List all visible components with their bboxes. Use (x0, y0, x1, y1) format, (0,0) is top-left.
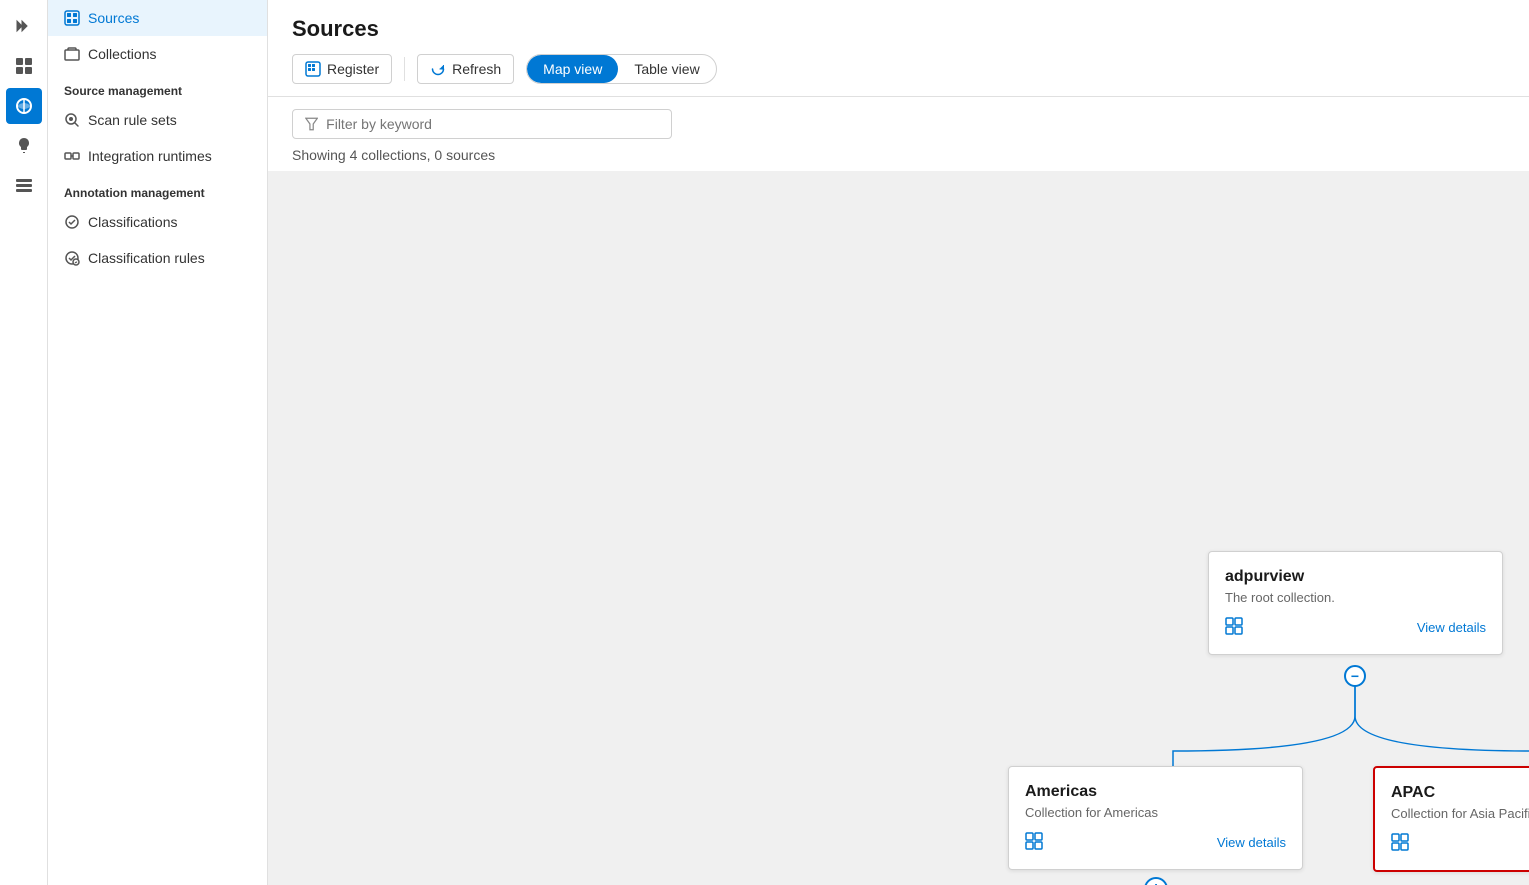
collections-label: Collections (88, 46, 156, 62)
sidebar-item-collections[interactable]: Collections (48, 36, 267, 72)
americas-grid-icon (1025, 832, 1043, 853)
filter-bar (268, 97, 1529, 147)
filter-wrapper[interactable] (292, 109, 672, 139)
root-collection-card: adpurview The root collection. View deta… (1208, 551, 1503, 655)
main-content: Sources Register Refresh Map view Table … (268, 0, 1529, 885)
americas-card-footer: View details (1025, 832, 1286, 853)
data-map-icon-btn[interactable] (6, 88, 42, 124)
root-view-details[interactable]: View details (1417, 620, 1486, 635)
filter-input[interactable] (326, 116, 659, 132)
annotation-management-header: Annotation management (48, 174, 267, 204)
management-icon-btn[interactable] (6, 168, 42, 204)
americas-collection-card: Americas Collection for Americas View de… (1008, 766, 1303, 870)
sidebar-item-classification-rules[interactable]: Classification rules (48, 240, 267, 276)
americas-expand-button[interactable]: + (1144, 877, 1168, 885)
apac-card-title: APAC (1391, 784, 1529, 802)
source-management-header: Source management (48, 72, 267, 102)
sources-label: Sources (88, 10, 139, 26)
register-label: Register (327, 61, 379, 77)
showing-text: Showing 4 collections, 0 sources (268, 147, 1529, 171)
table-view-button[interactable]: Table view (618, 55, 715, 83)
insights-icon-btn[interactable] (6, 128, 42, 164)
page-title: Sources (292, 16, 1505, 42)
sidebar-item-integration-runtimes[interactable]: Integration runtimes (48, 138, 267, 174)
refresh-label: Refresh (452, 61, 501, 77)
integration-runtimes-label: Integration runtimes (88, 148, 212, 164)
main-header: Sources Register Refresh Map view Table … (268, 0, 1529, 97)
catalog-icon-btn[interactable] (6, 48, 42, 84)
root-card-footer: View details (1225, 617, 1486, 638)
sidebar-item-scan-rule-sets[interactable]: Scan rule sets (48, 102, 267, 138)
collapse-button[interactable]: − (1344, 665, 1366, 687)
toolbar: Register Refresh Map view Table view (292, 54, 1505, 96)
root-card-desc: The root collection. (1225, 590, 1486, 605)
view-toggle: Map view Table view (526, 54, 717, 84)
sidebar-item-sources[interactable]: Sources (48, 0, 267, 36)
apac-grid-icon (1391, 833, 1409, 854)
refresh-button[interactable]: Refresh (417, 54, 514, 84)
map-view-button[interactable]: Map view (527, 55, 618, 83)
sidebar-item-classifications[interactable]: Classifications (48, 204, 267, 240)
expand-collapse-btn[interactable] (6, 8, 42, 44)
classifications-label: Classifications (88, 214, 177, 230)
apac-card-footer: View details (1391, 833, 1529, 854)
classification-rules-label: Classification rules (88, 250, 205, 266)
connector-lines (268, 171, 1529, 885)
americas-card-title: Americas (1025, 783, 1286, 801)
root-card-title: adpurview (1225, 568, 1486, 586)
register-button[interactable]: Register (292, 54, 392, 84)
apac-card-desc: Collection for Asia Pacific (1391, 806, 1529, 821)
sidebar: Sources Collections Source management Sc… (48, 0, 268, 885)
americas-card-desc: Collection for Americas (1025, 805, 1286, 820)
scan-rule-sets-label: Scan rule sets (88, 112, 177, 128)
map-area[interactable]: adpurview The root collection. View deta… (268, 171, 1529, 885)
apac-collection-card: APAC Collection for Asia Pacific View de… (1373, 766, 1529, 872)
filter-icon (305, 117, 318, 131)
root-grid-icon (1225, 617, 1243, 638)
americas-view-details[interactable]: View details (1217, 835, 1286, 850)
toolbar-separator (404, 57, 405, 81)
icon-bar (0, 0, 48, 885)
